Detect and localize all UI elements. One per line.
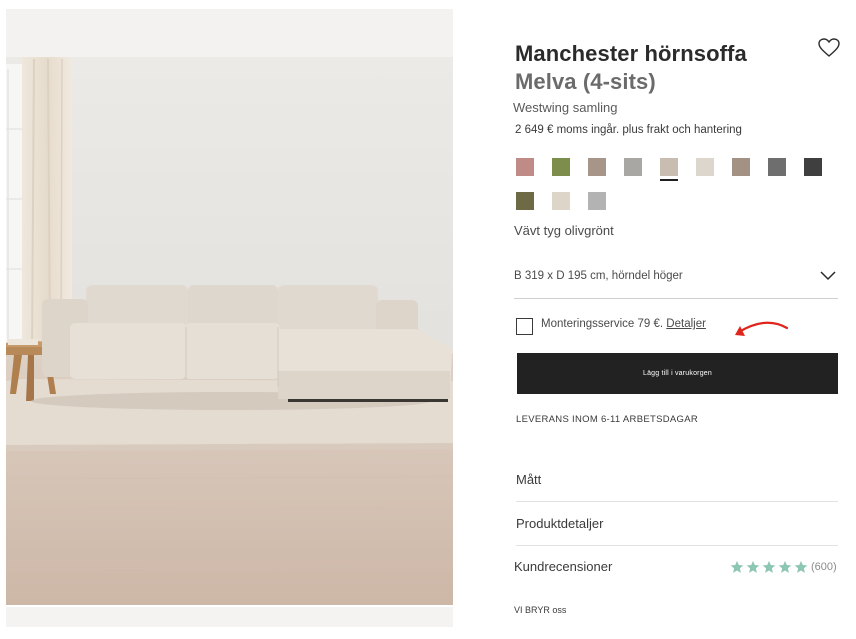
product-title-line1: Manchester hörnsoffa	[515, 41, 747, 66]
product-title: Manchester hörnsoffa Melva (4-sits)	[515, 40, 805, 96]
product-info-panel: Manchester hörnsoffa Melva (4-sits) West…	[513, 0, 843, 639]
color-swatch-silver-grey[interactable]	[588, 192, 606, 210]
wishlist-heart-icon[interactable]	[818, 38, 840, 58]
color-swatch-rose[interactable]	[516, 158, 534, 176]
we-care-link[interactable]: VI BRYR oss	[514, 605, 566, 615]
product-title-line2: Melva (4-sits)	[515, 69, 656, 94]
color-swatch-olive-green[interactable]	[552, 158, 570, 176]
rating-stars	[730, 560, 808, 576]
color-swatch-beige[interactable]	[660, 158, 678, 181]
red-arrow-icon	[735, 321, 789, 336]
star-icon	[762, 560, 776, 573]
customer-reviews[interactable]: Kundrecensioner (600)	[514, 556, 838, 580]
color-swatch-dark-olive[interactable]	[516, 192, 534, 210]
star-icon	[746, 560, 760, 573]
image-bottom-strip	[6, 607, 453, 627]
color-swatch-light-grey[interactable]	[624, 158, 642, 176]
customer-reviews-label: Kundrecensioner	[514, 559, 613, 574]
size-select-value: B 319 x D 195 cm, hörndel höger	[514, 270, 683, 282]
accordion-product-details-label: Produktdetaljer	[516, 516, 604, 531]
product-image[interactable]	[6, 9, 453, 605]
accordion-product-details[interactable]: Produktdetaljer	[516, 502, 838, 546]
star-icon	[730, 560, 744, 573]
color-swatch-mushroom[interactable]	[732, 158, 750, 176]
color-swatch-sand[interactable]	[552, 192, 570, 210]
selected-fabric-label: Vävt tyg olivgrönt	[514, 223, 614, 238]
color-swatch-grey[interactable]	[768, 158, 786, 176]
mounting-details-link[interactable]: Detaljer	[666, 318, 706, 330]
star-icon	[778, 560, 792, 573]
mounting-service-checkbox[interactable]	[516, 318, 533, 335]
review-count: (600)	[811, 561, 837, 573]
color-swatch-cream[interactable]	[696, 158, 714, 176]
accordion-measurements-label: Mått	[516, 472, 542, 487]
color-swatch-taupe[interactable]	[588, 158, 606, 176]
collection-name[interactable]: Westwing samling	[513, 100, 618, 115]
price: 2 649 € moms ingår. plus frakt och hante…	[515, 124, 742, 136]
mounting-service-label: Monteringsservice 79 €.	[541, 318, 664, 330]
delivery-info: LEVERANS INOM 6-11 ARBETSDAGAR	[516, 414, 698, 425]
add-to-cart-button[interactable]: Lägg till i varukorgen	[517, 353, 838, 394]
size-select[interactable]: B 319 x D 195 cm, hörndel höger	[514, 264, 838, 299]
accordion-measurements[interactable]: Mått	[516, 458, 838, 502]
color-swatch-anthracite[interactable]	[804, 158, 822, 176]
mounting-service-text: Monteringsservice 79 €. Detaljer	[541, 318, 706, 330]
chevron-down-icon	[820, 271, 836, 281]
star-icon	[794, 560, 808, 573]
